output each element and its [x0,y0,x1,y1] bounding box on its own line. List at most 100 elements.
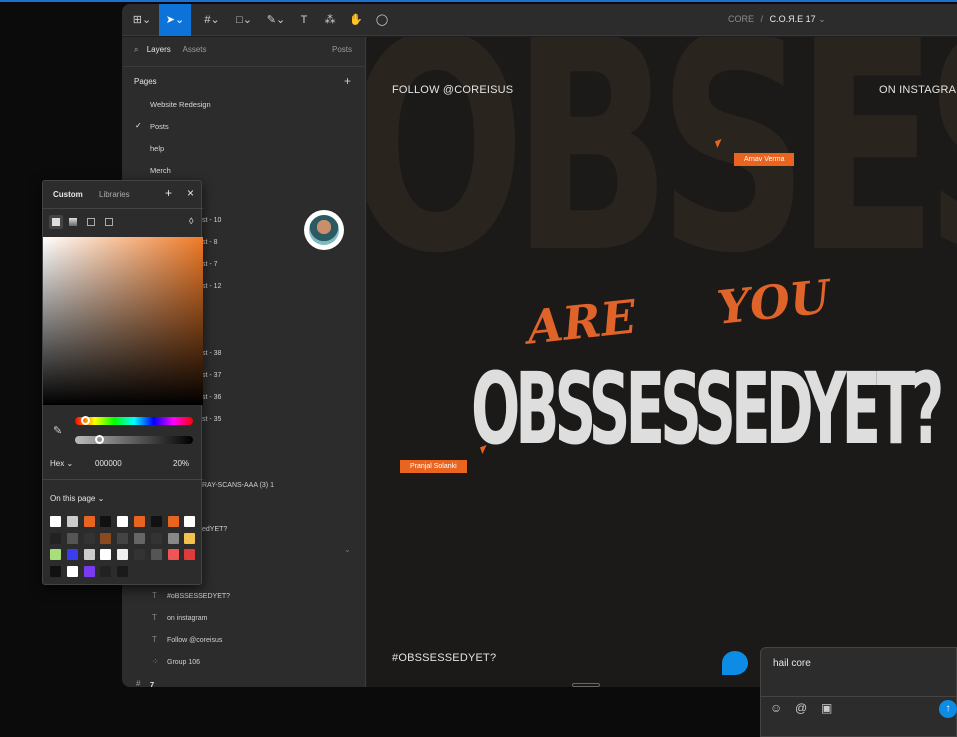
mention-icon[interactable]: @ [795,701,807,715]
color-swatch[interactable] [134,532,145,544]
solid-fill-icon[interactable] [49,215,63,229]
color-swatch[interactable] [50,565,61,577]
color-swatch[interactable] [117,516,129,527]
image-fill-icon[interactable] [87,218,95,226]
color-swatch[interactable] [100,516,112,527]
tab-assets[interactable]: Assets [183,45,207,54]
image-icon[interactable]: ▣ [821,701,832,715]
layer-item[interactable]: st - 7 [202,261,218,268]
search-icon[interactable]: ⌕ [134,45,138,54]
avatar[interactable] [304,210,344,250]
color-swatch[interactable] [117,532,129,544]
color-swatch[interactable] [150,516,162,527]
script-are[interactable]: ARE [524,289,638,354]
color-swatch[interactable] [184,549,196,560]
breadcrumb[interactable]: CORE / C.O.Я.E 17 ⌄ [728,14,826,25]
layer-item[interactable]: st - 10 [202,217,221,224]
scroll-handle[interactable] [572,683,600,687]
send-icon[interactable]: ↑ [939,700,957,718]
hex-input[interactable]: 000000 [95,459,122,468]
tab-libraries[interactable]: Libraries [99,190,130,199]
color-swatch[interactable] [50,532,61,544]
layer-item[interactable]: st - 35 [202,416,221,423]
saturation-field[interactable] [43,237,203,405]
slider-knob[interactable] [81,416,90,425]
pen-tool-icon[interactable]: ✎⌄ [262,11,290,29]
move-tool-icon[interactable]: ➤⌄ [159,4,191,36]
page-item[interactable]: Posts [150,122,169,131]
chevron-down-icon[interactable]: ⌄ [344,545,351,554]
text-tool-icon[interactable]: T [294,11,314,29]
color-swatch[interactable] [117,549,129,560]
instagram-text[interactable]: ON INSTAGRA [879,84,956,96]
page-item[interactable]: Merch [150,166,171,175]
color-swatch[interactable] [184,532,196,544]
comment-input[interactable]: hail core [773,658,811,669]
chevron-down-icon[interactable]: ⌄ [818,14,826,24]
layer-item[interactable]: st - 12 [202,283,221,290]
color-swatch[interactable] [50,516,61,527]
color-swatch[interactable] [83,516,95,527]
layer-item[interactable]: #oBSSESSEDYET? [167,593,230,600]
headline[interactable]: OBSSESSEDYET? [471,351,944,467]
canvas[interactable]: OBSESS FOLLOW @COREISUS ON INSTAGRA ARE … [367,37,957,687]
layer-item[interactable]: st - 36 [202,394,221,401]
layer-item[interactable]: on instagram [167,615,207,622]
hue-slider[interactable] [75,416,193,425]
layer-item[interactable]: edYET? [202,526,227,533]
script-you[interactable]: YOU [714,269,832,335]
layer-item[interactable]: RAY-SCANS-AAA (3) 1 [202,482,274,489]
layer-item[interactable]: st - 8 [202,239,218,246]
color-swatch[interactable] [66,565,78,577]
gradient-fill-icon[interactable] [69,218,77,226]
breadcrumb-file[interactable]: C.O.Я.E 17 [770,14,816,24]
page-item[interactable]: help [150,144,164,153]
color-swatch[interactable] [134,516,145,527]
comment-tool-icon[interactable]: ◯ [372,11,392,29]
slider-knob[interactable] [95,435,104,444]
color-swatch[interactable] [134,549,145,560]
color-swatch[interactable] [83,532,95,544]
video-fill-icon[interactable] [105,218,113,226]
shape-tool-icon[interactable]: □⌄ [230,11,258,29]
eyedropper-icon[interactable]: ✎ [53,424,62,437]
main-menu-icon[interactable]: ⊞⌄ [130,11,154,29]
add-style-icon[interactable]: + [165,186,172,200]
color-swatch[interactable] [50,549,61,560]
color-swatch[interactable] [167,516,179,527]
color-swatch[interactable] [100,565,112,577]
opacity-input[interactable]: 20% [173,459,189,468]
frame-label[interactable]: 7 [150,680,154,687]
breadcrumb-project[interactable]: CORE [728,14,754,24]
page-switcher[interactable]: Posts [332,45,352,54]
tab-layers[interactable]: Layers [147,45,171,54]
layer-item[interactable]: st - 38 [202,350,221,357]
layer-item[interactable]: st - 37 [202,372,221,379]
blend-icon[interactable]: ◊ [189,216,193,226]
layer-item[interactable]: Group 106 [167,659,200,666]
on-page-header[interactable]: On this page ⌄ [50,494,104,503]
hashtag-text[interactable]: #OBSSESSEDYET? [392,652,496,664]
color-swatch[interactable] [167,549,179,560]
frame-tool-icon[interactable]: #⌄ [198,11,226,29]
color-swatch[interactable] [100,549,112,560]
close-icon[interactable]: × [187,186,194,200]
color-swatch[interactable] [83,565,95,577]
color-swatch[interactable] [117,565,129,577]
tab-custom[interactable]: Custom [53,190,83,199]
follow-text[interactable]: FOLLOW @COREISUS [392,84,513,96]
color-swatch[interactable] [66,516,78,527]
page-item[interactable]: Website Redesign [150,100,211,109]
emoji-icon[interactable]: ☺ [770,701,782,715]
comment-pin-icon[interactable] [722,651,748,675]
color-swatch[interactable] [100,532,112,544]
color-swatch[interactable] [83,549,95,560]
add-page-icon[interactable]: + [344,74,351,88]
color-swatch[interactable] [66,532,78,544]
opacity-slider[interactable] [75,435,193,444]
format-select[interactable]: Hex ⌄ [50,459,73,468]
color-swatch[interactable] [184,516,196,527]
color-swatch[interactable] [167,532,179,544]
color-swatch[interactable] [150,532,162,544]
layer-item[interactable]: Follow @coreisus [167,637,222,644]
